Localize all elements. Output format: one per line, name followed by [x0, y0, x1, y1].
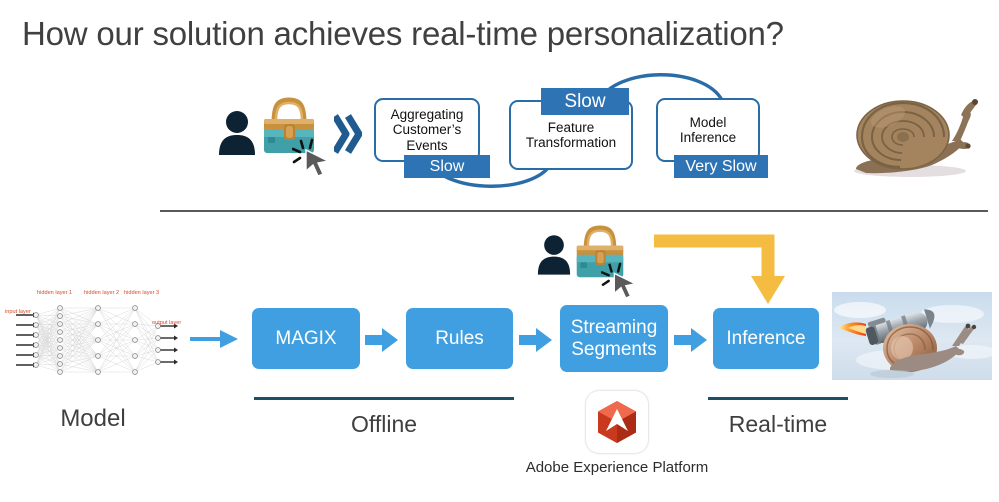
- page-title: How our solution achieves real-time pers…: [22, 15, 784, 52]
- snail-icon: [854, 99, 978, 177]
- pipeline-step-rules: Rules: [406, 308, 513, 369]
- pipeline-step-label: Inference: [726, 327, 806, 349]
- nn-label-output-layer: output layer: [152, 320, 182, 326]
- slide-canvas: How our solution achieves real-time pers…: [0, 0, 999, 502]
- fat-arrow-right-icon: [365, 328, 398, 352]
- rocket-snail-icon: [832, 292, 992, 380]
- neural-network-icon: input layer hidden layer 1 hidden layer …: [2, 282, 187, 387]
- person-icon: [219, 111, 255, 155]
- pipeline-step-label: MAGIX: [275, 327, 337, 349]
- legacy-step-label: Model Inference: [679, 114, 737, 146]
- model-caption: Model: [60, 405, 126, 432]
- nn-label-hidden-layer-2: hidden layer 2: [84, 290, 120, 296]
- legacy-step-label: Aggregating Customer’s Events: [390, 106, 464, 153]
- click-cursor-icon: [292, 138, 331, 177]
- phase-label-realtime: Real-time: [728, 411, 828, 437]
- click-cursor-icon: [601, 262, 638, 299]
- section-divider: [160, 210, 988, 212]
- person-icon: [537, 235, 571, 275]
- pipeline-step-label: Rules: [435, 327, 484, 349]
- solution-customer-group: [537, 225, 657, 299]
- fat-arrow-right-icon: [519, 328, 552, 352]
- status-badge-slow-feature: Slow: [541, 88, 629, 115]
- realtime-underline: [708, 397, 848, 400]
- status-badge-slow-aggregating: Slow: [404, 155, 490, 178]
- status-badge-very-slow-inference: Very Slow: [674, 155, 768, 178]
- legacy-customer-group: [218, 97, 362, 179]
- pipeline-step-magix: MAGIX: [252, 308, 360, 369]
- nn-label-hidden-layer-3: hidden layer 3: [124, 290, 160, 296]
- arrow-right-icon: [190, 330, 238, 348]
- legacy-step-aggregating: Aggregating Customer’s Events: [374, 98, 480, 162]
- pipeline-step-label: Streaming Segments: [570, 316, 658, 360]
- phase-label-offline: Offline: [350, 411, 418, 437]
- offline-underline: [254, 397, 514, 400]
- legacy-step-model-inference: Model Inference: [656, 98, 760, 162]
- legacy-step-label: Feature Transformation: [525, 119, 617, 151]
- adobe-experience-platform-logo: [586, 391, 648, 453]
- pipeline-step-inference: Inference: [713, 308, 819, 369]
- double-chevron-right-icon: [334, 114, 362, 154]
- nn-label-hidden-layer-1: hidden layer 1: [37, 290, 73, 296]
- fat-arrow-right-icon: [674, 328, 707, 352]
- yellow-elbow-arrow-icon: [654, 234, 785, 304]
- adobe-platform-caption: Adobe Experience Platform: [525, 459, 709, 476]
- nn-label-input-layer: input layer: [5, 309, 31, 315]
- pipeline-step-streaming-segments: Streaming Segments: [560, 305, 668, 372]
